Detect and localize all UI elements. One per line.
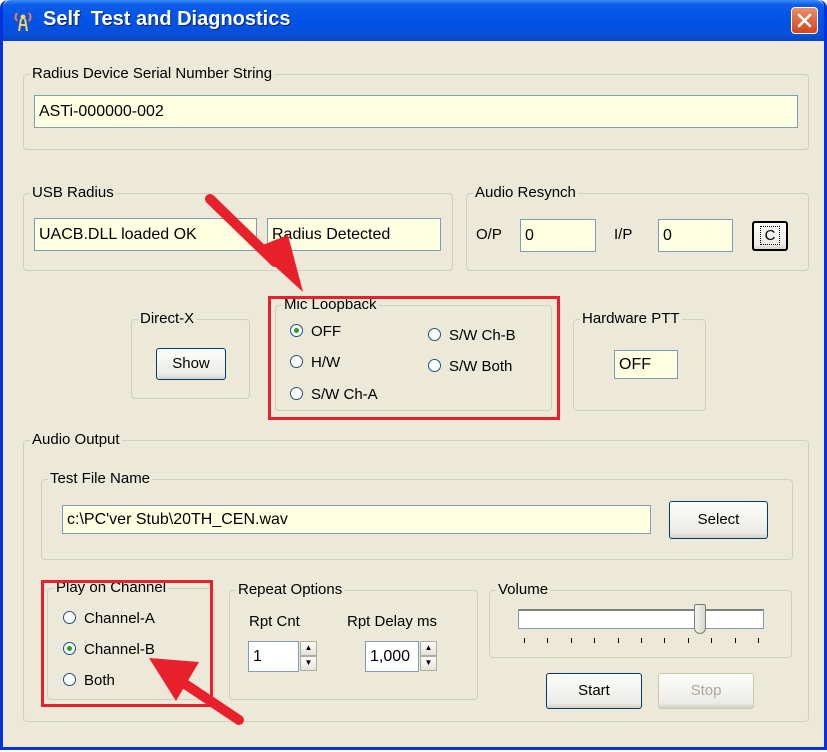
repeat-options-label: Repeat Options [236, 581, 345, 599]
play-on-channel-highlight [41, 580, 213, 707]
volume-tick [570, 638, 572, 643]
usb-radius-group: USB Radius UACB.DLL loaded OK Radius Det… [23, 184, 453, 271]
rpt-delay-label: Rpt Delay ms [347, 613, 438, 630]
ip-label: I/P [614, 226, 633, 243]
test-file-field[interactable]: c:\PC'ver Stub\20TH_CEN.wav [62, 505, 651, 534]
volume-tick [664, 638, 666, 643]
spin-up-icon[interactable]: ▲ [420, 641, 437, 656]
dialog-window: Self Test and Diagnostics Radius Device … [0, 0, 827, 750]
radio-tower-icon [11, 9, 35, 33]
test-file-group: Test File Name c:\PC'ver Stub\20TH_CEN.w… [41, 470, 793, 560]
radius-detect-field: Radius Detected [267, 218, 441, 251]
volume-tick [711, 638, 713, 643]
volume-tick [524, 638, 525, 643]
audio-output-label: Audio Output [30, 431, 122, 449]
rpt-cnt-field[interactable]: 1 [248, 641, 299, 672]
volume-tick [617, 638, 619, 643]
spin-up-icon[interactable]: ▲ [300, 641, 317, 656]
serial-number-label: Radius Device Serial Number String [30, 65, 275, 83]
audio-resynch-group: Audio Resynch O/P 0 I/P 0 C [466, 184, 809, 271]
directx-label: Direct-X [138, 310, 197, 328]
clear-button-label: C [759, 226, 781, 245]
mic-loopback-highlight [268, 296, 560, 420]
close-icon [797, 13, 812, 28]
volume-tick [687, 638, 689, 643]
hardware-ptt-field: OFF [614, 350, 678, 379]
rpt-cnt-spinner[interactable]: ▲ ▼ [300, 641, 317, 671]
hardware-ptt-label: Hardware PTT [580, 310, 682, 328]
spin-down-icon[interactable]: ▼ [300, 656, 317, 671]
start-button[interactable]: Start [546, 673, 642, 709]
volume-tick [594, 638, 596, 643]
clear-button[interactable]: C [752, 221, 788, 251]
op-field[interactable]: 0 [520, 219, 596, 252]
volume-label: Volume [496, 581, 551, 599]
ip-field[interactable]: 0 [658, 219, 733, 252]
volume-group: Volume [489, 581, 792, 658]
volume-tick [758, 638, 759, 643]
usb-radius-label: USB Radius [30, 184, 116, 202]
hardware-ptt-group: Hardware PTT OFF [573, 310, 706, 411]
volume-tick [547, 638, 549, 643]
serial-number-group: Radius Device Serial Number String ASTi-… [23, 65, 809, 150]
volume-ticks [518, 638, 764, 644]
dll-status-field: UACB.DLL loaded OK [34, 218, 257, 251]
rpt-delay-spinner[interactable]: ▲ ▼ [420, 641, 437, 671]
serial-number-field[interactable]: ASTi-000000-002 [34, 95, 798, 128]
title-bar[interactable]: Self Test and Diagnostics [3, 0, 824, 41]
audio-resynch-label: Audio Resynch [473, 184, 578, 202]
rpt-delay-field[interactable]: 1,000 [365, 641, 419, 672]
spin-down-icon[interactable]: ▼ [420, 656, 437, 671]
op-label: O/P [476, 226, 502, 243]
volume-tick [734, 638, 736, 643]
show-button[interactable]: Show [156, 348, 226, 380]
directx-group: Direct-X Show [131, 310, 250, 399]
rpt-cnt-label: Rpt Cnt [249, 613, 300, 630]
close-button[interactable] [791, 7, 818, 34]
volume-slider-thumb[interactable] [693, 604, 706, 634]
select-button[interactable]: Select [669, 501, 768, 539]
test-file-label: Test File Name [48, 470, 153, 488]
volume-tick [641, 638, 642, 643]
window-title: Self Test and Diagnostics [43, 8, 291, 30]
stop-button[interactable]: Stop [658, 673, 754, 709]
volume-track[interactable] [518, 609, 764, 629]
repeat-options-group: Repeat Options Rpt Cnt 1 ▲ ▼ Rpt Delay ms… [229, 581, 478, 700]
